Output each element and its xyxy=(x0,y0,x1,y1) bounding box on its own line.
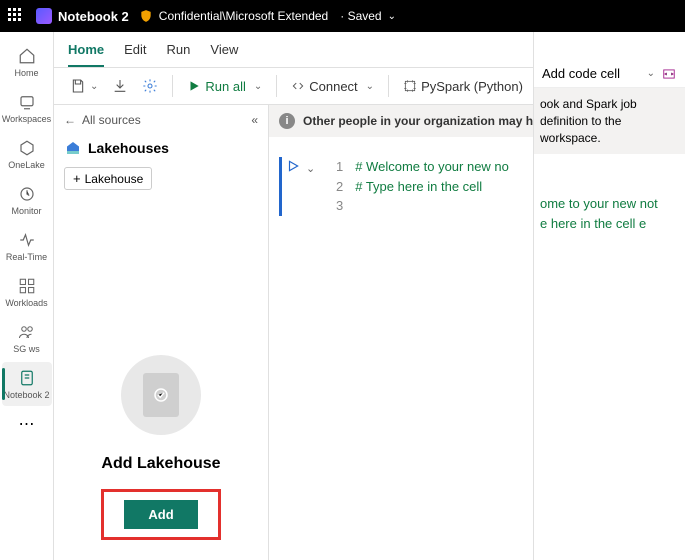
rail-label: OneLake xyxy=(8,160,45,170)
rail-label: Monitor xyxy=(11,206,41,216)
chevron-down-icon: ⌄ xyxy=(647,68,655,79)
notebook-title[interactable]: Notebook 2 xyxy=(58,9,129,24)
more-icon: ⋯ xyxy=(17,414,37,434)
rail-more[interactable]: ⋯ xyxy=(2,408,52,440)
code-content[interactable]: 1 # Welcome to your new no 2 # Type here i… xyxy=(325,157,509,216)
notebook-icon xyxy=(36,8,52,24)
add-button-highlight: Add xyxy=(101,489,220,540)
connect-label: Connect xyxy=(309,79,357,94)
info-icon: i xyxy=(279,113,295,129)
lakehouse-icon xyxy=(64,139,82,157)
rail-label: Workspaces xyxy=(2,114,51,124)
save-button[interactable]: ⌄ xyxy=(64,74,104,98)
chip-label: Lakehouse xyxy=(85,172,144,186)
confidentiality-label[interactable]: Confidential\Microsoft Extended xyxy=(159,9,328,23)
run-cell-icon[interactable] xyxy=(286,159,300,178)
workspaces-icon xyxy=(17,92,37,112)
add-lakehouse-chip[interactable]: + Lakehouse xyxy=(64,167,152,190)
rail-home[interactable]: Home xyxy=(2,40,52,84)
tab-view[interactable]: View xyxy=(210,42,238,67)
notebook-rail-icon xyxy=(17,368,37,388)
rail-realtime[interactable]: Real-Time xyxy=(2,224,52,268)
overlay-code-line: ome to your new not xyxy=(540,194,685,214)
rail-label: SG ws xyxy=(13,344,40,354)
chevron-down-icon[interactable]: ⌄ xyxy=(388,11,396,22)
home-icon xyxy=(17,46,37,66)
cell-chevron-icon[interactable]: ⌄ xyxy=(306,162,315,175)
collapse-icon[interactable]: « xyxy=(251,113,258,127)
settings-button[interactable] xyxy=(136,74,164,98)
plus-icon: + xyxy=(73,171,81,186)
download-button[interactable] xyxy=(106,74,134,98)
rail-label: Workloads xyxy=(5,298,47,308)
overlay-info: ook and Spark job definition to the work… xyxy=(534,88,685,154)
nav-rail: Home Workspaces OneLake Monitor Real-Tim… xyxy=(0,32,54,560)
line-number: 1 xyxy=(325,157,343,177)
tab-edit[interactable]: Edit xyxy=(124,42,146,67)
tab-run[interactable]: Run xyxy=(167,42,191,67)
add-cell-label: Add code cell xyxy=(542,66,620,81)
workloads-icon xyxy=(17,276,37,296)
code-line: # Welcome to your new no xyxy=(355,159,509,174)
rail-workspaces[interactable]: Workspaces xyxy=(2,86,52,130)
explorer-panel: ← All sources « Lakehouses + Lakehouse xyxy=(54,105,269,560)
save-status: · Saved xyxy=(340,9,381,23)
onelake-icon xyxy=(17,138,37,158)
explorer-title: Lakehouses xyxy=(88,140,169,156)
overlay-panel: Add code cell ⌄ ook and Spark job defini… xyxy=(533,32,685,560)
run-all-button[interactable]: Run all⌄ xyxy=(181,75,268,98)
kernel-button[interactable]: PySpark (Python)⌄ xyxy=(397,75,545,98)
add-button[interactable]: Add xyxy=(124,500,197,529)
monitor-icon xyxy=(17,184,37,204)
rail-label: Real-Time xyxy=(6,252,47,262)
app-launcher-icon[interactable] xyxy=(8,8,24,24)
code-line: # Type here in the cell xyxy=(355,179,482,194)
tab-home[interactable]: Home xyxy=(68,42,104,67)
rail-monitor[interactable]: Monitor xyxy=(2,178,52,222)
code-cell-icon xyxy=(661,67,677,81)
overlay-code-line: e here in the cell e xyxy=(540,214,685,234)
rail-notebook2[interactable]: Notebook 2 xyxy=(2,362,52,406)
realtime-icon xyxy=(17,230,37,250)
line-number: 2 xyxy=(325,177,343,197)
people-icon xyxy=(17,322,37,342)
rail-label: Notebook 2 xyxy=(3,390,49,400)
rail-workloads[interactable]: Workloads xyxy=(2,270,52,314)
breadcrumb[interactable]: All sources xyxy=(82,113,141,127)
shield-icon xyxy=(139,9,153,23)
overlay-code: ome to your new not e here in the cell e xyxy=(534,154,685,233)
run-all-label: Run all xyxy=(205,79,245,94)
kernel-label: PySpark (Python) xyxy=(421,79,523,94)
rail-onelake[interactable]: OneLake xyxy=(2,132,52,176)
connect-button[interactable]: Connect⌄ xyxy=(285,75,380,98)
empty-state-title: Add Lakehouse xyxy=(101,455,220,473)
back-arrow-icon[interactable]: ← xyxy=(64,113,76,127)
line-number: 3 xyxy=(325,196,343,216)
rail-label: Home xyxy=(14,68,38,78)
add-code-cell-button[interactable]: Add code cell ⌄ xyxy=(534,60,685,88)
app-header: Notebook 2 Confidential\Microsoft Extend… xyxy=(0,0,685,32)
empty-state-icon xyxy=(121,355,201,435)
rail-sgws[interactable]: SG ws xyxy=(2,316,52,360)
